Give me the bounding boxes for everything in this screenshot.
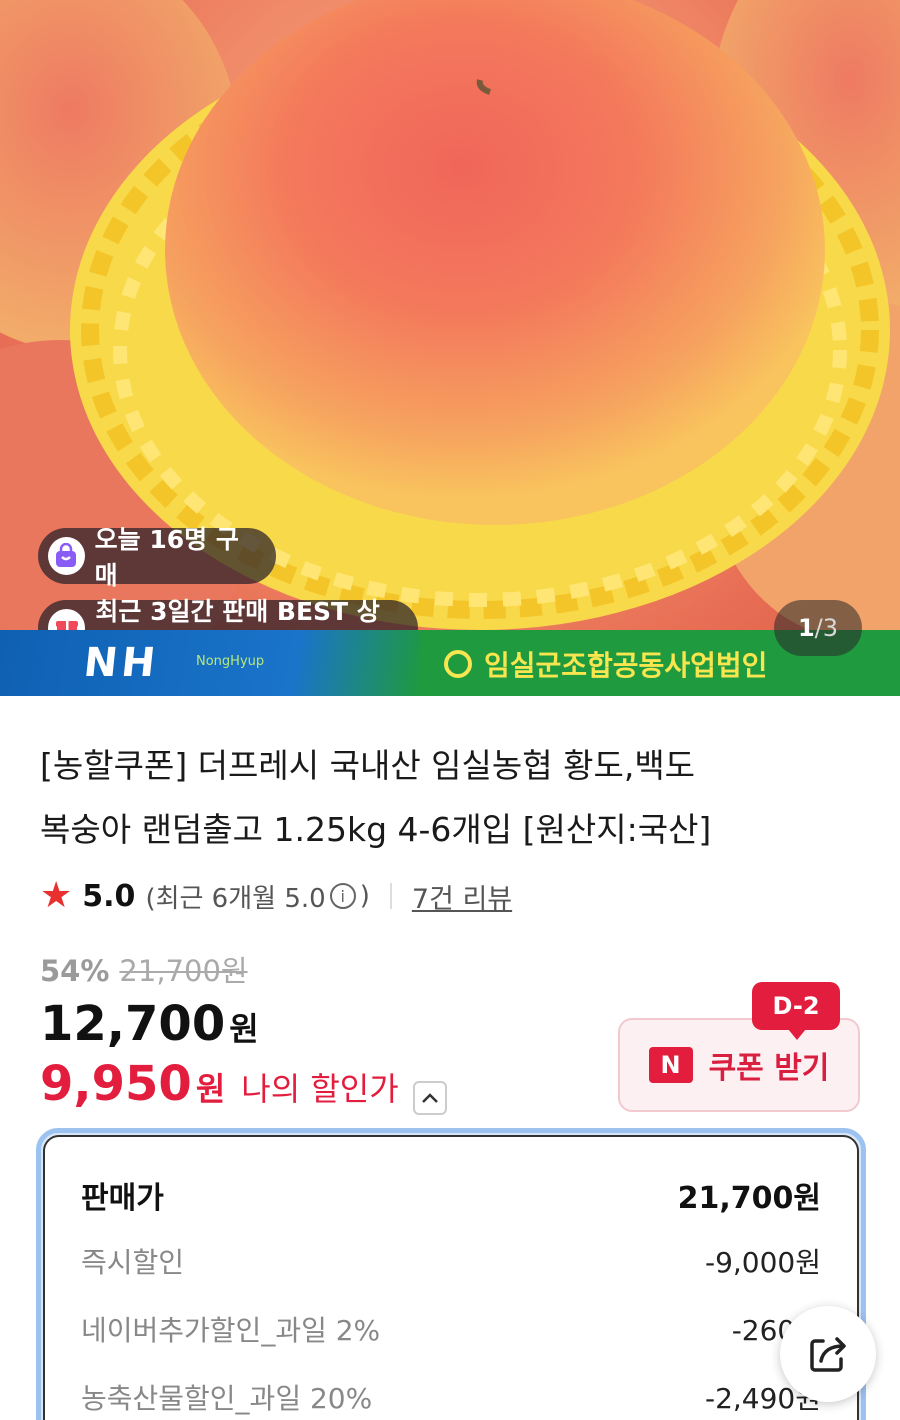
coupon-dday-badge: D-2 [752,982,840,1040]
breakdown-row: 네이버추가할인_과일 2% -260원 [81,1314,821,1347]
nh-logo: NH [81,640,162,686]
sale-price-unit: 원 [229,1010,259,1048]
my-price-row[interactable]: 9,950 원 나의 할인가 [40,1056,640,1115]
product-title-line1: [농할쿠폰] 더프레시 국내산 임실농협 황도,백도 [40,746,696,785]
sale-price: 12,700 [40,996,226,1052]
chevron-up-icon[interactable] [412,1081,447,1115]
nh-org-name: 임실군조합공동사업법인 [444,644,767,684]
naver-n-icon: N [648,1047,693,1083]
share-button[interactable] [780,1306,876,1402]
nh-banner: NH NongHyup 임실군조합공동사업법인 [0,630,900,696]
today-buyers-text: 오늘 16명 구매 [94,525,239,590]
nh-logo-sub: NongHyup [196,654,265,669]
rating-row: ★ 5.0 (최근 6개월 5.0 i ) 7건 리뷰 [40,874,512,918]
bag-icon [48,537,85,575]
divider [389,883,392,909]
breakdown-row: 판매가 21,700원 [81,1181,821,1216]
price-area: 54% 21,700원 12,700 원 9,950 원 나의 할인가 [40,948,640,1115]
reviews-link[interactable]: 7건 리뷰 [412,877,512,916]
product-title: [농할쿠폰] 더프레시 국내산 임실농협 황도,백도 복숭아 랜덤출고 1.25… [40,734,860,862]
product-image-carousel[interactable]: 오늘 16명 구매 최근 3일간 판매 BEST 상품 NH NongHyup … [0,0,900,696]
breakdown-row: 즉시할인 -9,000원 [81,1246,821,1279]
original-price-row: 54% 21,700원 [40,948,640,990]
discount-rate: 54% [40,954,110,988]
sale-price-row: 12,700 원 [40,996,640,1052]
my-price-unit: 원 [195,1070,226,1108]
image-counter: 1 / 3 [774,600,862,656]
rating-score: 5.0 [82,878,136,914]
info-icon[interactable]: i [329,883,356,909]
share-icon [810,1337,846,1372]
original-price: 21,700원 [119,954,248,988]
my-price-label: 나의 할인가 [241,1070,399,1108]
product-title-line2: 복숭아 랜덤출고 1.25kg 4-6개입 [원산지:국산] [40,810,712,849]
coupon-download-button[interactable]: N 쿠폰 받기 [618,1018,860,1112]
coupon-label: 쿠폰 받기 [708,1051,830,1086]
price-breakdown-panel: 판매가 21,700원 즉시할인 -9,000원 네이버추가할인_과일 2% -… [36,1128,866,1420]
today-buyers-badge: 오늘 16명 구매 [38,525,276,590]
recent-rating: (최근 6개월 5.0 i ) [145,881,370,914]
emblem-icon [444,650,472,678]
breakdown-row: 농축산물할인_과일 20% -2,490원 [81,1382,821,1415]
star-icon: ★ [40,875,73,916]
my-price: 9,950 [40,1056,192,1112]
